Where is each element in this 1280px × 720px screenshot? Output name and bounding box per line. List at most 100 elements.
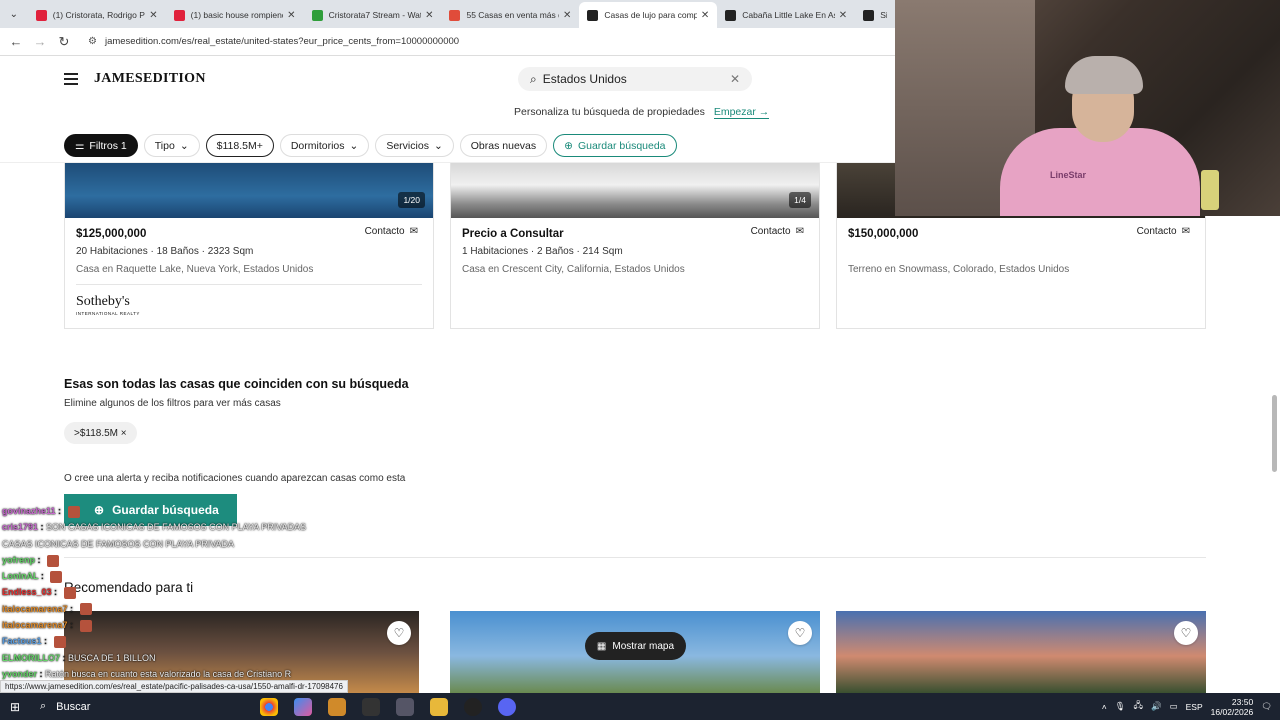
save-search-icon: ⊕ xyxy=(564,139,573,152)
browser-tab[interactable]: (1) Cristorata, Rodrigo Pu…✕ xyxy=(28,2,166,28)
webcam-bottle xyxy=(1201,170,1219,210)
amenities-dropdown[interactable]: Servicios ⌄ xyxy=(375,134,454,157)
save-search-chip[interactable]: ⊕ Guardar búsqueda xyxy=(553,134,677,157)
contact-button[interactable]: Contacto ✉ xyxy=(365,226,418,237)
type-dropdown[interactable]: Tipo ⌄ xyxy=(143,134,200,157)
language-indicator[interactable]: ESP xyxy=(1186,702,1203,712)
volume-icon[interactable]: 🔊 xyxy=(1151,701,1162,712)
mail-icon: ✉ xyxy=(409,226,418,237)
listing-price: $125,000,000 xyxy=(76,228,147,240)
recommended-card[interactable]: ♡ xyxy=(836,611,1206,693)
chat-message: Factous1 : xyxy=(2,633,342,649)
url-field[interactable]: ⚙ jamesedition.com/es/real_estate/united… xyxy=(88,36,459,47)
notifications-icon[interactable]: 🗨 xyxy=(1261,701,1272,712)
address-bar: ← → ↻ ⚙ jamesedition.com/es/real_estate/… xyxy=(0,28,895,56)
taskbar-search[interactable]: ⌕ Buscar xyxy=(30,700,230,713)
show-map-button[interactable]: ▦ Mostrar mapa xyxy=(585,632,686,660)
price-filter-chip[interactable]: $118.5M+ xyxy=(205,134,274,157)
new-developments-chip[interactable]: Obras nuevas xyxy=(459,134,548,157)
contact-button[interactable]: Contacto ✉ xyxy=(1137,226,1190,237)
tab-list-dropdown-icon[interactable]: ⌄ xyxy=(0,0,28,28)
site-logo[interactable]: JAMESEDITION xyxy=(94,71,206,87)
chat-text: BUSCA DE 1 BILLON xyxy=(68,652,156,663)
link-status-bar: https://www.jamesedition.com/es/real_est… xyxy=(0,680,348,693)
youtube-favicon-icon xyxy=(35,9,47,21)
browser-tab[interactable]: Cabaña Little Lake En Asp…✕ xyxy=(717,2,855,28)
chat-username: yofrenp xyxy=(2,554,36,565)
browser-tab-active[interactable]: Casas de lujo para compr…✕ xyxy=(579,2,718,28)
file-explorer-icon[interactable] xyxy=(430,697,448,716)
hamburger-menu-icon[interactable] xyxy=(64,73,78,85)
contact-label: Contacto xyxy=(1136,226,1177,237)
remove-price-filter-chip[interactable]: >$118.5M × xyxy=(64,422,137,444)
close-tab-icon[interactable]: ✕ xyxy=(149,10,157,21)
site-header: JAMESEDITION ⌕ Estados Unidos ✕ Personal… xyxy=(0,57,895,163)
close-tab-icon[interactable]: ✕ xyxy=(563,10,571,21)
close-tab-icon[interactable]: ✕ xyxy=(839,10,847,21)
emote-icon xyxy=(47,554,60,567)
chat-message: Endless_03 : xyxy=(2,584,342,600)
close-tab-icon[interactable]: ✕ xyxy=(425,10,433,21)
back-arrow-icon[interactable]: ← xyxy=(4,34,28,49)
listing-card[interactable]: 1/20 $125,000,000 Contacto ✉ 20 Habitacio… xyxy=(64,163,434,329)
reload-icon[interactable]: ↻ xyxy=(52,34,76,50)
chevron-down-icon: ⌄ xyxy=(433,139,443,152)
chat-message: yofrenp : xyxy=(2,552,342,568)
microphone-icon[interactable]: 🎙 xyxy=(1115,701,1126,712)
personalize-start-link[interactable]: Empezar → xyxy=(713,106,770,119)
clock[interactable]: 23:50 16/02/2026 xyxy=(1211,697,1254,717)
site-info-icon[interactable]: ⚙ xyxy=(88,36,97,47)
listing-photo[interactable] xyxy=(65,163,433,218)
clear-search-icon[interactable]: ✕ xyxy=(730,72,740,86)
alert-prompt-text: O cree una alerta y reciba notificacione… xyxy=(64,473,406,484)
network-icon[interactable]: 🖧 xyxy=(1134,700,1143,714)
bedrooms-label: Dormitorios xyxy=(290,139,345,152)
search-icon: ⌕ xyxy=(40,700,47,712)
discord-icon[interactable] xyxy=(498,697,516,716)
app-icon[interactable] xyxy=(328,697,346,716)
windows-start-icon[interactable]: ⊞ xyxy=(0,700,30,714)
chrome-icon[interactable] xyxy=(260,697,278,716)
forward-arrow-icon[interactable]: → xyxy=(28,34,52,49)
copilot-icon[interactable] xyxy=(294,697,312,716)
live-app-icon[interactable] xyxy=(362,697,380,716)
battery-icon[interactable]: ▭ xyxy=(1170,701,1178,712)
listing-price: $150,000,000 xyxy=(848,228,919,240)
show-hidden-icons-icon[interactable]: ˄ xyxy=(1102,702,1107,712)
chat-message: ELMORILLO7 : BUSCA DE 1 BILLON xyxy=(2,652,156,663)
filters-icon: ⚌ xyxy=(75,139,85,152)
agency-logo[interactable]: Sotheby's INTERNATIONAL REALTY xyxy=(76,294,140,316)
filters-label: Filtros 1 xyxy=(89,139,127,152)
chat-username: Factous1 xyxy=(2,636,42,647)
emote-icon xyxy=(53,636,66,648)
browser-tab[interactable]: Cristorata7 Stream - Watc…✕ xyxy=(304,2,442,28)
favorite-heart-icon[interactable]: ♡ xyxy=(387,621,411,645)
bedrooms-dropdown[interactable]: Dormitorios ⌄ xyxy=(279,134,370,157)
close-tab-icon[interactable]: ✕ xyxy=(287,10,295,21)
browser-tab[interactable]: Sing xyxy=(855,2,895,28)
contact-label: Contacto xyxy=(750,226,791,237)
listing-photo[interactable] xyxy=(451,163,819,218)
chat-message: italocamarena7 : xyxy=(2,617,342,633)
location-search-input[interactable]: ⌕ Estados Unidos ✕ xyxy=(518,67,752,91)
favorite-heart-icon[interactable]: ♡ xyxy=(788,621,812,645)
obs-icon[interactable] xyxy=(464,697,482,716)
photo-counter-badge: 1/20 xyxy=(398,192,425,208)
favorite-heart-icon[interactable]: ♡ xyxy=(1174,621,1198,645)
type-label: Tipo xyxy=(154,139,175,152)
chevron-down-icon: ⌄ xyxy=(349,139,359,152)
listing-card[interactable]: 1/4 Precio a Consultar Contacto ✉ 1 Habit… xyxy=(450,163,820,329)
calculator-icon[interactable] xyxy=(396,697,414,716)
emote-icon xyxy=(67,505,80,518)
map-icon: ▦ xyxy=(596,640,607,652)
page-scrollbar[interactable] xyxy=(1272,395,1277,472)
contact-button[interactable]: Contacto ✉ xyxy=(751,226,804,237)
taskbar-search-label: Buscar xyxy=(56,700,91,713)
listing-price: Precio a Consultar xyxy=(462,228,564,240)
filters-button[interactable]: ⚌ Filtros 1 xyxy=(64,134,138,157)
price-filter-label: $118.5M+ xyxy=(216,139,263,152)
close-tab-icon[interactable]: ✕ xyxy=(701,10,709,21)
personalize-banner: Personaliza tu búsqueda de propiedades E… xyxy=(514,106,770,119)
browser-tab[interactable]: (1) basic house rompiendo…✕ xyxy=(166,2,304,28)
browser-tab[interactable]: 55 Casas en venta más de…✕ xyxy=(441,2,579,28)
